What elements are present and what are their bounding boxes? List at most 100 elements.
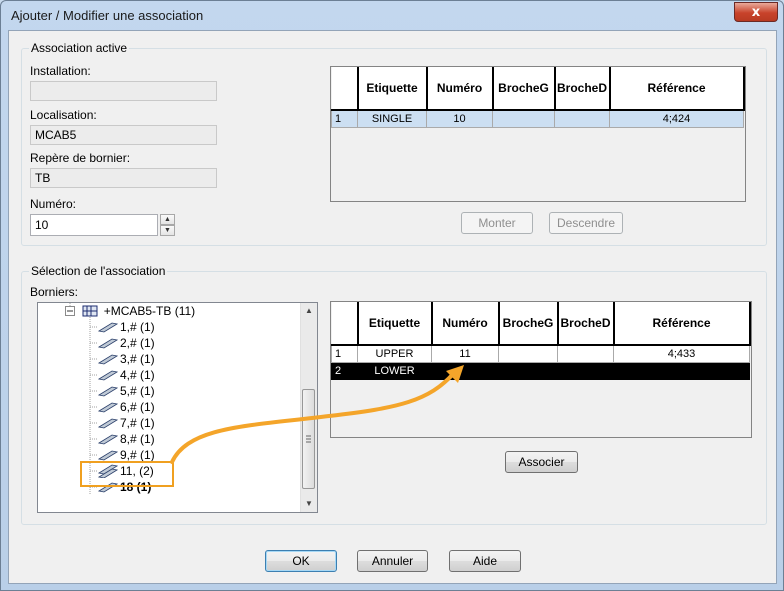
tree-item-label: 8,# (1) bbox=[120, 432, 155, 446]
window-title: Ajouter / Modifier une association bbox=[11, 8, 204, 23]
localisation-field: MCAB5 bbox=[30, 125, 217, 145]
numero-input[interactable]: 10 bbox=[30, 214, 158, 236]
ok-button[interactable]: OK bbox=[265, 550, 337, 572]
column-header-etiquette[interactable]: Etiquette bbox=[357, 302, 433, 346]
tree-item[interactable]: 1,# (1) bbox=[97, 319, 155, 335]
selection-grid-table: Etiquette Numéro BrocheG BrocheD Référen… bbox=[331, 302, 751, 380]
cell-reference[interactable] bbox=[613, 362, 750, 380]
tree-item[interactable]: 5,# (1) bbox=[97, 383, 155, 399]
tree-item-label: 3,# (1) bbox=[120, 352, 155, 366]
table-row-selected[interactable]: 2 LOWER bbox=[331, 362, 750, 380]
cell-brocheg[interactable] bbox=[498, 362, 558, 380]
numero-label: Numéro: bbox=[30, 197, 77, 211]
column-header-reference[interactable]: Référence bbox=[613, 302, 751, 346]
cell-etiquette[interactable]: UPPER bbox=[357, 344, 432, 363]
cell-reference[interactable]: 4;433 bbox=[613, 344, 750, 363]
aide-button[interactable]: Aide bbox=[449, 550, 521, 572]
tree-root-label: +MCAB5-TB (11) bbox=[103, 304, 196, 318]
column-header-etiquette[interactable]: Etiquette bbox=[357, 67, 428, 111]
cell-broched[interactable] bbox=[557, 344, 614, 363]
numero-spin-down[interactable]: ▼ bbox=[160, 225, 175, 236]
terminal-icon bbox=[97, 370, 119, 381]
grid-corner-header bbox=[331, 67, 359, 111]
installation-field bbox=[30, 81, 217, 101]
selection-grid[interactable]: Etiquette Numéro BrocheG BrocheD Référen… bbox=[330, 301, 752, 438]
annuler-button[interactable]: Annuler bbox=[357, 550, 428, 572]
tree-item-label: 9,# (1) bbox=[120, 448, 155, 462]
tree-item-label: 5,# (1) bbox=[120, 384, 155, 398]
cell-broched[interactable] bbox=[557, 362, 614, 380]
terminal-icon bbox=[97, 338, 119, 349]
associer-button[interactable]: Associer bbox=[505, 451, 578, 473]
cell-numero[interactable]: 10 bbox=[426, 109, 493, 128]
tree-item[interactable]: 3,# (1) bbox=[97, 351, 155, 367]
tree-root-node[interactable]: +MCAB5-TB (11) bbox=[65, 303, 195, 319]
dialog-client-area: Association active Installation: Localis… bbox=[8, 30, 777, 584]
tree-item[interactable]: 2,# (1) bbox=[97, 335, 155, 351]
scroll-up-arrow-icon[interactable]: ▲ bbox=[301, 303, 317, 319]
tree-item-label: 7,# (1) bbox=[120, 416, 155, 430]
table-row[interactable]: 1 UPPER 11 4;433 bbox=[331, 344, 750, 363]
tree-item-label: 4,# (1) bbox=[120, 368, 155, 382]
repere-label: Repère de bornier: bbox=[30, 151, 131, 165]
terminal-icon bbox=[97, 402, 119, 413]
terminal-block-group-icon bbox=[82, 305, 98, 317]
column-header-brocheg[interactable]: BrocheG bbox=[498, 302, 559, 346]
row-number[interactable]: 1 bbox=[331, 109, 358, 128]
table-row[interactable]: 1 SINGLE 10 4;424 bbox=[331, 109, 744, 128]
monter-button[interactable]: Monter bbox=[461, 212, 533, 234]
active-grid-table: Etiquette Numéro BrocheG BrocheD Référen… bbox=[331, 67, 745, 128]
scroll-grip-icon bbox=[306, 435, 311, 443]
terminal-icon bbox=[97, 450, 119, 461]
cell-etiquette[interactable]: LOWER bbox=[357, 362, 432, 380]
cell-numero[interactable] bbox=[431, 362, 499, 380]
cell-reference[interactable]: 4;424 bbox=[609, 109, 744, 128]
localisation-label: Localisation: bbox=[30, 108, 97, 122]
terminal-icon bbox=[97, 434, 119, 445]
arrow-up-icon: ▲ bbox=[164, 216, 171, 223]
selection-association-legend: Sélection de l'association bbox=[29, 264, 168, 278]
descendre-button[interactable]: Descendre bbox=[549, 212, 623, 234]
cell-brocheg[interactable] bbox=[492, 109, 555, 128]
close-button[interactable]: x bbox=[734, 2, 778, 22]
row-number[interactable]: 2 bbox=[331, 362, 358, 380]
dialog-window: Ajouter / Modifier une association x Ass… bbox=[0, 0, 784, 591]
cell-etiquette[interactable]: SINGLE bbox=[357, 109, 427, 128]
column-header-numero[interactable]: Numéro bbox=[426, 67, 494, 111]
column-header-brocheg-d[interactable]: BrocheD bbox=[554, 67, 611, 111]
cell-brocheg[interactable] bbox=[498, 344, 558, 363]
tree-item[interactable]: 4,# (1) bbox=[97, 367, 155, 383]
cell-broched[interactable] bbox=[554, 109, 610, 128]
arrow-down-icon: ▼ bbox=[164, 227, 171, 234]
terminal-icon bbox=[97, 354, 119, 365]
scroll-down-arrow-icon[interactable]: ▼ bbox=[301, 496, 317, 512]
terminal-icon bbox=[97, 418, 119, 429]
terminal-icon bbox=[97, 386, 119, 397]
collapse-minus-icon[interactable] bbox=[65, 306, 75, 316]
cell-numero[interactable]: 11 bbox=[431, 344, 499, 363]
column-header-numero[interactable]: Numéro bbox=[431, 302, 500, 346]
tree-item-label: 6,# (1) bbox=[120, 400, 155, 414]
installation-label: Installation: bbox=[30, 64, 91, 78]
scroll-thumb[interactable] bbox=[302, 389, 315, 489]
numero-spin-up[interactable]: ▲ bbox=[160, 214, 175, 225]
tree-item-label: 1,# (1) bbox=[120, 320, 155, 334]
highlight-box bbox=[80, 461, 174, 487]
column-header-brocheg[interactable]: BrocheG bbox=[492, 67, 556, 111]
tree-item[interactable]: 7,# (1) bbox=[97, 415, 155, 431]
selection-association-group: Sélection de l'association Borniers: +MC… bbox=[21, 264, 767, 525]
tree-item[interactable]: 6,# (1) bbox=[97, 399, 155, 415]
tree-scrollbar[interactable]: ▲ ▼ bbox=[300, 303, 317, 512]
repere-field: TB bbox=[30, 168, 217, 188]
terminal-icon bbox=[97, 322, 119, 333]
active-association-legend: Association active bbox=[29, 41, 130, 55]
row-number[interactable]: 1 bbox=[331, 344, 358, 363]
tree-item[interactable]: 8,# (1) bbox=[97, 431, 155, 447]
tree-item-label: 2,# (1) bbox=[120, 336, 155, 350]
close-icon: x bbox=[751, 4, 761, 20]
borniers-label: Borniers: bbox=[30, 285, 79, 299]
column-header-broched[interactable]: BrocheD bbox=[557, 302, 615, 346]
active-association-grid[interactable]: Etiquette Numéro BrocheG BrocheD Référen… bbox=[330, 66, 746, 202]
title-bar[interactable]: Ajouter / Modifier une association x bbox=[1, 1, 783, 29]
column-header-reference[interactable]: Référence bbox=[609, 67, 745, 111]
